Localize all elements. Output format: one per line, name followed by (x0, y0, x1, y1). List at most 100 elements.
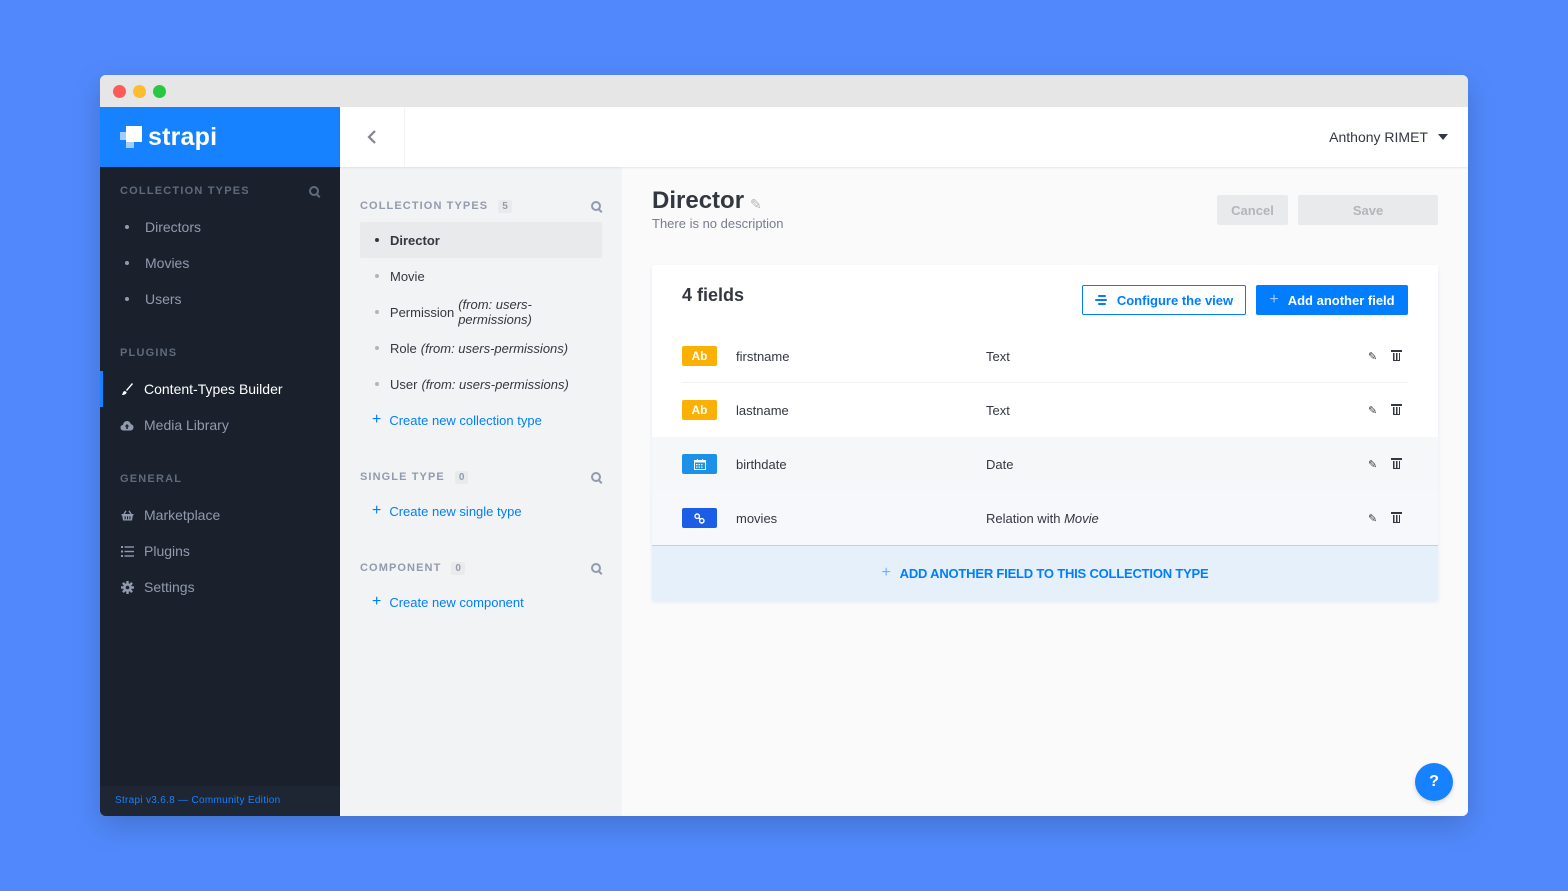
brand-header[interactable]: strapi (100, 107, 340, 167)
search-icon[interactable] (309, 185, 320, 197)
plus-icon: + (372, 502, 382, 519)
edit-field-pencil-icon[interactable]: ✎ (1368, 458, 1377, 471)
menu-item-permission[interactable]: Permission (from: users-permissions) (360, 294, 602, 330)
count-badge: 0 (454, 470, 469, 484)
nav-item-label: Users (145, 291, 182, 307)
delete-field-trash-icon[interactable] (1391, 511, 1402, 525)
plus-icon: + (881, 564, 891, 581)
nav-item-label: Settings (144, 579, 195, 595)
create-collection-type-link[interactable]: + Create new collection type (360, 402, 602, 438)
delete-field-trash-icon[interactable] (1391, 403, 1402, 417)
button-label: Configure the view (1116, 292, 1234, 308)
layout-icon (1094, 295, 1107, 305)
user-name: Anthony RIMET (1329, 129, 1428, 145)
menu-section-single-type: Single Type 0 + Create new single type (360, 466, 602, 529)
cancel-button[interactable]: Cancel (1217, 195, 1288, 225)
bullet-icon (375, 346, 379, 350)
create-single-type-link[interactable]: + Create new single type (360, 493, 602, 529)
search-icon[interactable] (591, 471, 602, 483)
nav-item-plugins[interactable]: Plugins (100, 533, 340, 569)
field-name: movies (736, 510, 778, 526)
configure-view-button[interactable]: Configure the view (1082, 285, 1246, 315)
text-type-icon: Ab (682, 346, 717, 366)
back-button[interactable] (340, 107, 405, 167)
nav-item-users[interactable]: Users (100, 281, 340, 317)
bullet-icon (125, 225, 129, 229)
create-component-link[interactable]: + Create new component (360, 584, 602, 620)
fields-count: 4 fields (682, 285, 745, 305)
maximize-window-button[interactable] (153, 85, 166, 98)
edit-field-pencil-icon[interactable]: ✎ (1368, 404, 1377, 417)
edit-title-icon[interactable]: ✎ (750, 196, 762, 213)
bullet-icon (125, 261, 129, 265)
edit-field-pencil-icon[interactable]: ✎ (1368, 512, 1377, 525)
create-label: Create new single type (389, 503, 522, 519)
button-label: Add another field (1287, 292, 1395, 308)
list-icon (120, 544, 134, 558)
cloud-upload-icon (120, 418, 134, 432)
nav-section-collection-types: Collection Types (100, 182, 340, 200)
add-another-field-button[interactable]: + Add another field (1256, 285, 1408, 315)
edit-field-pencil-icon[interactable]: ✎ (1368, 350, 1377, 363)
nav-item-marketplace[interactable]: Marketplace (100, 497, 340, 533)
bullet-icon (375, 310, 379, 314)
menu-item-label: Movie (390, 268, 425, 284)
nav-item-label: Plugins (144, 543, 190, 559)
save-button[interactable]: Save (1298, 195, 1438, 225)
version-footer[interactable]: Strapi v3.6.8 — Community Edition (100, 786, 340, 816)
user-menu[interactable]: Anthony RIMET (1329, 107, 1448, 167)
close-window-button[interactable] (113, 85, 126, 98)
menu-item-source: (from: users-permissions) (421, 376, 569, 392)
menu-item-user[interactable]: User (from: users-permissions) (360, 366, 602, 402)
menu-section-component: Component 0 + Create new component (360, 557, 602, 620)
brand-name: strapi (148, 122, 218, 151)
nav-item-label: Directors (145, 219, 202, 235)
fields-card: 4 fields Configure the view + Add anothe… (652, 265, 1438, 600)
field-type: Relation with Movie (986, 511, 1099, 526)
delete-field-trash-icon[interactable] (1391, 457, 1402, 471)
nav-item-movies[interactable]: Movies (100, 245, 340, 281)
menu-section-collection-types: Collection Types 5 Director Movie Permis… (360, 195, 602, 438)
nav-item-content-types-builder[interactable]: Content-Types Builder (100, 371, 340, 407)
top-bar: Anthony RIMET (340, 107, 1468, 167)
field-row[interactable]: movies Relation with Movie ✎ (652, 491, 1438, 545)
minimize-window-button[interactable] (133, 85, 146, 98)
nav-item-label: Content-Types Builder (144, 381, 283, 397)
add-field-to-collection-button[interactable]: + Add another field to this collection t… (652, 545, 1438, 600)
page-description: There is no description (652, 216, 784, 231)
menu-item-label: Permission (389, 304, 455, 320)
collection-types-list: Director Movie Permission (from: users-p… (360, 222, 602, 438)
field-row[interactable]: Ab firstname Text ✎ (652, 329, 1438, 383)
menu-item-director[interactable]: Director (360, 222, 602, 258)
gear-icon (120, 580, 134, 594)
left-nav: strapi Collection Types Directors Movies… (100, 107, 340, 816)
text-type-icon: Ab (682, 400, 717, 420)
nav-item-settings[interactable]: Settings (100, 569, 340, 605)
count-badge: 0 (451, 561, 465, 575)
components-list: + Create new component (360, 584, 602, 620)
search-icon[interactable] (591, 562, 602, 574)
field-type-label: Relation with (986, 510, 1061, 526)
menu-item-role[interactable]: Role (from: users-permissions) (360, 330, 602, 366)
paint-brush-icon (120, 382, 134, 396)
nav-item-directors[interactable]: Directors (100, 209, 340, 245)
field-row[interactable]: Ab lastname Text ✎ (652, 383, 1438, 437)
field-type: Text (986, 403, 1010, 418)
search-icon[interactable] (591, 200, 602, 212)
link-icon (682, 508, 717, 528)
nav-section-title: General (120, 473, 183, 485)
content-types-menu: Collection Types 5 Director Movie Permis… (340, 167, 622, 816)
page-title: Director (652, 187, 745, 214)
help-button[interactable]: ? (1415, 763, 1453, 801)
nav-item-media-library[interactable]: Media Library (100, 407, 340, 443)
plus-icon: + (372, 411, 382, 428)
calendar-icon (682, 454, 717, 474)
menu-item-movie[interactable]: Movie (360, 258, 602, 294)
field-name: lastname (736, 402, 789, 418)
plus-icon: + (372, 593, 382, 610)
field-row[interactable]: birthdate Date ✎ (652, 437, 1438, 491)
delete-field-trash-icon[interactable] (1391, 349, 1402, 363)
nav-section-title: Plugins (120, 347, 178, 359)
menu-item-source: (from: users-permissions) (458, 297, 532, 327)
field-type-label: Date (986, 456, 1014, 472)
